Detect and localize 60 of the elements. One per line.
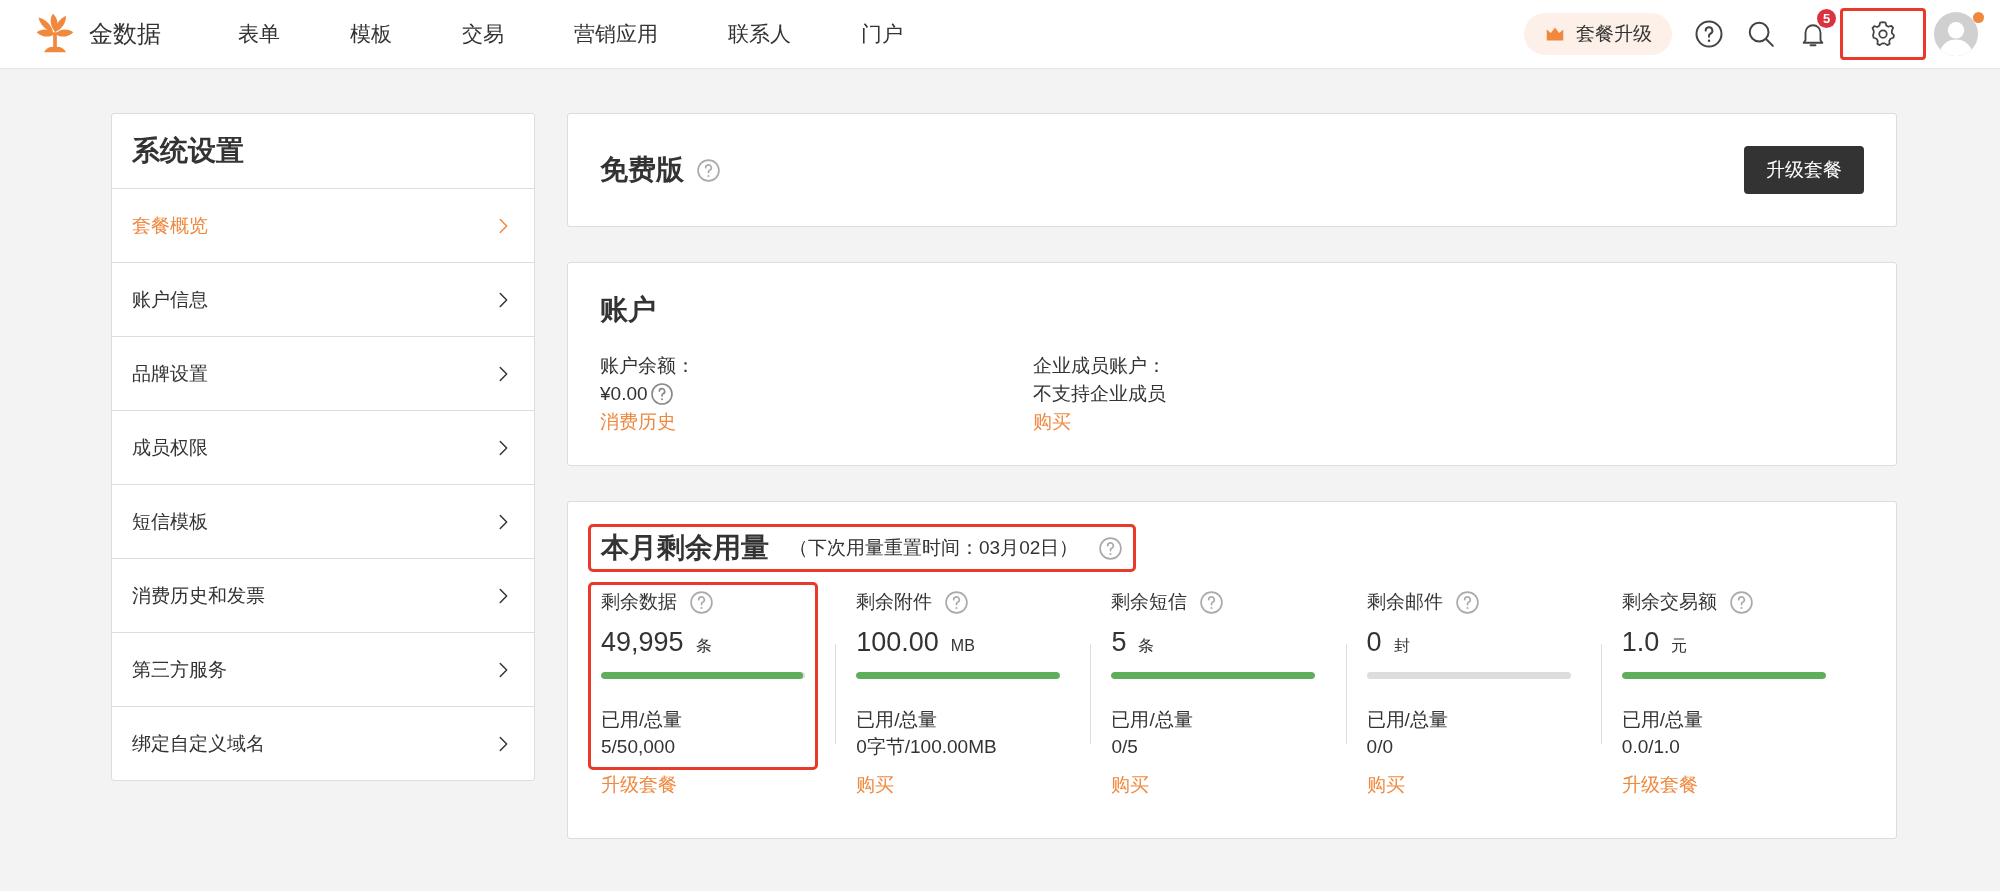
search-icon[interactable]: [1746, 19, 1776, 49]
stat-amount: 49,995: [601, 627, 684, 658]
stat-amount: 1.0: [1621, 627, 1660, 658]
nav-link[interactable]: 门户: [861, 20, 903, 48]
help-icon: [1728, 589, 1754, 615]
stat-amount: 0: [1366, 627, 1382, 658]
stat-label: 剩余数据: [601, 590, 677, 614]
stat-unit: 元: [1671, 636, 1688, 656]
nav-link[interactable]: 模板: [350, 20, 392, 48]
upgrade-button[interactable]: 套餐升级: [1524, 13, 1672, 55]
reset-date-note: （下次用量重置时间：03月02日）: [789, 536, 1079, 560]
help-icon: [696, 157, 721, 183]
stat-label: 剩余附件: [856, 590, 933, 614]
field-value: 不支持企业成员: [1033, 382, 1166, 406]
usage-label: 已用/总量: [601, 708, 684, 732]
usage-label: 已用/总量: [1111, 708, 1194, 732]
usage-value: 5/50,000: [601, 735, 676, 759]
help-icon[interactable]: [1694, 19, 1724, 49]
nav-link[interactable]: 联系人: [728, 20, 791, 48]
account-title: 账户: [600, 293, 657, 327]
nav-link[interactable]: 营销应用: [574, 20, 658, 48]
field-label: 账户余额：: [600, 354, 696, 378]
sidebar-item[interactable]: 第三方服务: [112, 633, 534, 707]
usage-title: 本月剩余用量: [601, 531, 769, 565]
usage-label: 已用/总量: [1366, 708, 1449, 732]
help-icon: [944, 589, 970, 615]
nav-link[interactable]: 交易: [462, 20, 504, 48]
help-icon: [1454, 589, 1480, 615]
sidebar-title: 系统设置: [112, 114, 534, 189]
field-label: 企业成员账户：: [1033, 354, 1167, 378]
usage-value: 0字节/100.00MB: [856, 735, 998, 759]
help-icon: [1199, 589, 1225, 615]
stat-amount: 5: [1111, 627, 1127, 658]
stat-label: 剩余邮件: [1366, 590, 1443, 614]
stat-label: 剩余短信: [1111, 590, 1188, 614]
stat-unit: 条: [1138, 636, 1155, 656]
help-icon: [689, 589, 714, 615]
stat-unit: 条: [695, 636, 712, 656]
usage-label: 已用/总量: [856, 708, 939, 732]
usage-label: 已用/总量: [1621, 708, 1705, 732]
logo-text: 金数据: [89, 19, 161, 49]
usage-value: 0/0: [1366, 735, 1395, 759]
upgrade-plan-button[interactable]: 升级套餐: [1744, 146, 1864, 194]
stat-amount: 100.00: [856, 627, 939, 658]
sidebar-item[interactable]: 短信模板: [112, 485, 534, 559]
stat-label: 剩余交易额: [1621, 590, 1717, 614]
notification-badge: 5: [1817, 9, 1836, 28]
sidebar-item[interactable]: 品牌设置: [112, 337, 534, 411]
field-value: ¥0.00: [600, 382, 648, 406]
usage-value: 0/5: [1111, 735, 1139, 759]
sidebar-item[interactable]: 成员权限: [112, 411, 534, 485]
nav-link[interactable]: 表单: [238, 20, 280, 48]
sidebar-item[interactable]: 消费历史和发票: [112, 559, 534, 633]
sidebar-item[interactable]: 绑定自定义域名: [112, 707, 534, 780]
plan-title: 免费版: [600, 153, 684, 187]
usage-value: 0.0/1.0: [1621, 735, 1681, 759]
stat-unit: MB: [950, 637, 975, 655]
help-icon: [1098, 535, 1124, 561]
stat-unit: 封: [1393, 636, 1410, 656]
sidebar-item[interactable]: 账户信息: [112, 263, 534, 337]
